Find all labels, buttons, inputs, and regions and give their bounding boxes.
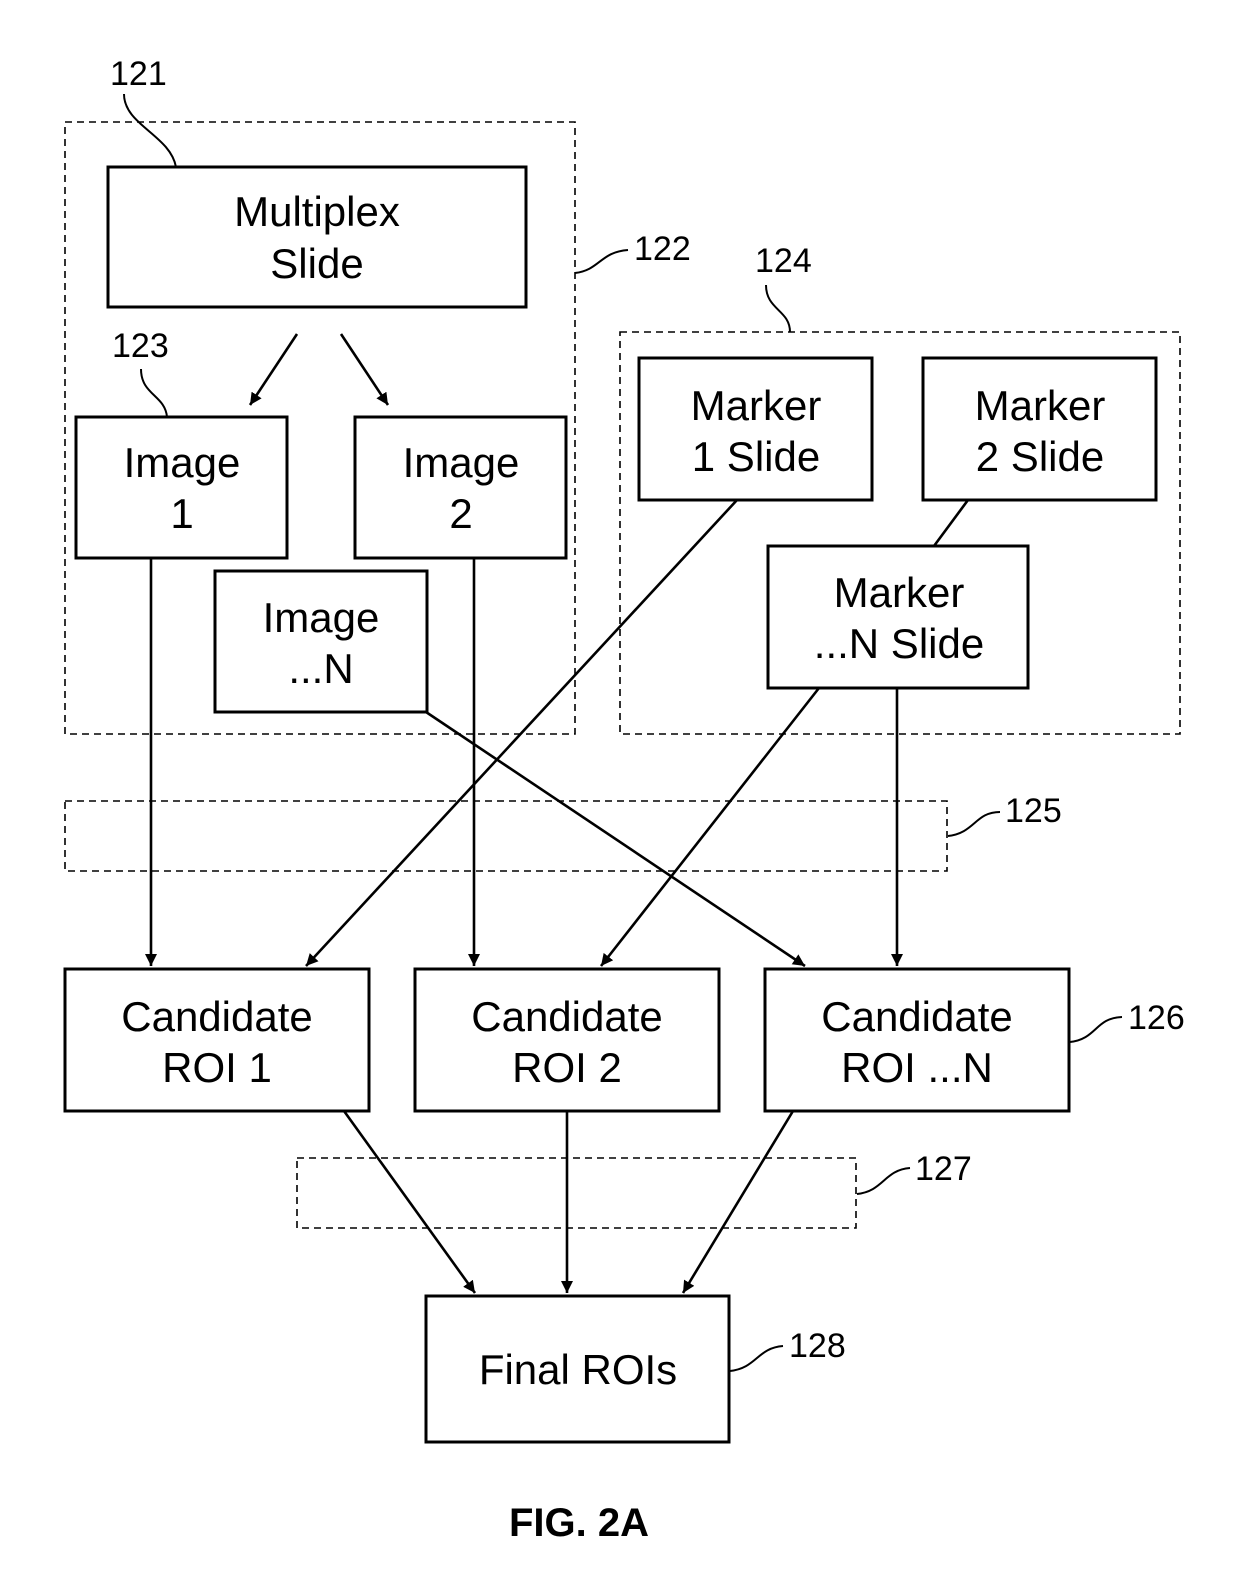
reference-number: 123 (112, 327, 169, 365)
node-marker-n-slide: Marker ...N Slide (766, 544, 1030, 690)
edge-candidate1-to-final (342, 1110, 477, 1294)
leader-line (765, 284, 791, 333)
diagram-canvas: Multiplex Slide Image 1 Image 2 Image ..… (63, 55, 1185, 1545)
stage-125-container (64, 800, 948, 872)
node-label-line: Slide (270, 240, 363, 287)
node-label-line: 1 Slide (692, 433, 820, 480)
leader-line (856, 1167, 911, 1195)
edge-imageN-to-candidateN (425, 710, 806, 968)
node-label-line: Candidate (121, 993, 312, 1040)
node-label-line: Final ROIs (479, 1346, 677, 1393)
node-label-line: 2 (449, 490, 472, 537)
node-label-line: Multiplex (234, 188, 400, 235)
edge-multiplex-to-image2 (339, 333, 390, 406)
node-multiplex-slide: Multiplex Slide (106, 165, 528, 309)
reference-121: 121 (110, 55, 177, 168)
node-label-line: Marker (975, 382, 1106, 429)
node-label-line: Image (263, 594, 380, 641)
node-label-line: Image (124, 439, 241, 486)
reference-number: 128 (789, 1327, 846, 1365)
reference-124: 124 (755, 242, 812, 333)
node-label-line: ROI 2 (512, 1044, 622, 1091)
node-image-n: Image ...N (213, 569, 429, 714)
reference-128: 128 (729, 1327, 846, 1372)
reference-125: 125 (947, 792, 1062, 837)
node-label-line: Marker (834, 569, 965, 616)
node-label-line: Marker (691, 382, 822, 429)
node-label-line: ...N Slide (814, 620, 984, 667)
leader-line (1069, 1016, 1123, 1043)
node-label-line: Candidate (471, 993, 662, 1040)
node-candidate-roi-n: Candidate ROI ...N (763, 967, 1071, 1113)
reference-number: 126 (1128, 999, 1185, 1037)
node-image-2: Image 2 (353, 415, 568, 560)
stage-127-container (296, 1157, 857, 1229)
figure-caption: FIG. 2A (509, 1501, 649, 1545)
leader-line (729, 1345, 784, 1372)
node-label-line: 1 (170, 490, 193, 537)
leader-line (123, 93, 177, 168)
leader-line (947, 811, 1001, 837)
node-label-line: ROI 1 (162, 1044, 272, 1091)
edge-markerN-to-candidate2 (599, 687, 821, 967)
edge-marker2-to-markerN (932, 499, 970, 547)
leader-line (574, 249, 629, 274)
node-label-line: 2 Slide (976, 433, 1104, 480)
reference-122: 122 (574, 230, 691, 274)
reference-number: 127 (915, 1150, 972, 1188)
leader-line (140, 368, 168, 418)
reference-127: 127 (856, 1150, 972, 1195)
node-candidate-roi-2: Candidate ROI 2 (413, 967, 721, 1113)
reference-number: 122 (634, 230, 691, 268)
edge-candidateN-to-final (681, 1110, 795, 1294)
node-label-line: Candidate (821, 993, 1012, 1040)
node-label-line: Image (403, 439, 520, 486)
node-marker-1-slide: Marker 1 Slide (637, 356, 874, 502)
reference-number: 125 (1005, 792, 1062, 830)
reference-number: 124 (755, 242, 812, 280)
node-candidate-roi-1: Candidate ROI 1 (63, 967, 371, 1113)
node-label-line: ...N (288, 645, 353, 692)
node-label-line: ROI ...N (841, 1044, 993, 1091)
reference-126: 126 (1069, 999, 1185, 1043)
node-marker-2-slide: Marker 2 Slide (921, 356, 1158, 502)
node-image-1: Image 1 (74, 415, 289, 560)
node-final-rois: Final ROIs (424, 1294, 731, 1444)
reference-number: 121 (110, 55, 167, 93)
edge-multiplex-to-image1 (248, 333, 299, 406)
reference-123: 123 (112, 327, 169, 418)
